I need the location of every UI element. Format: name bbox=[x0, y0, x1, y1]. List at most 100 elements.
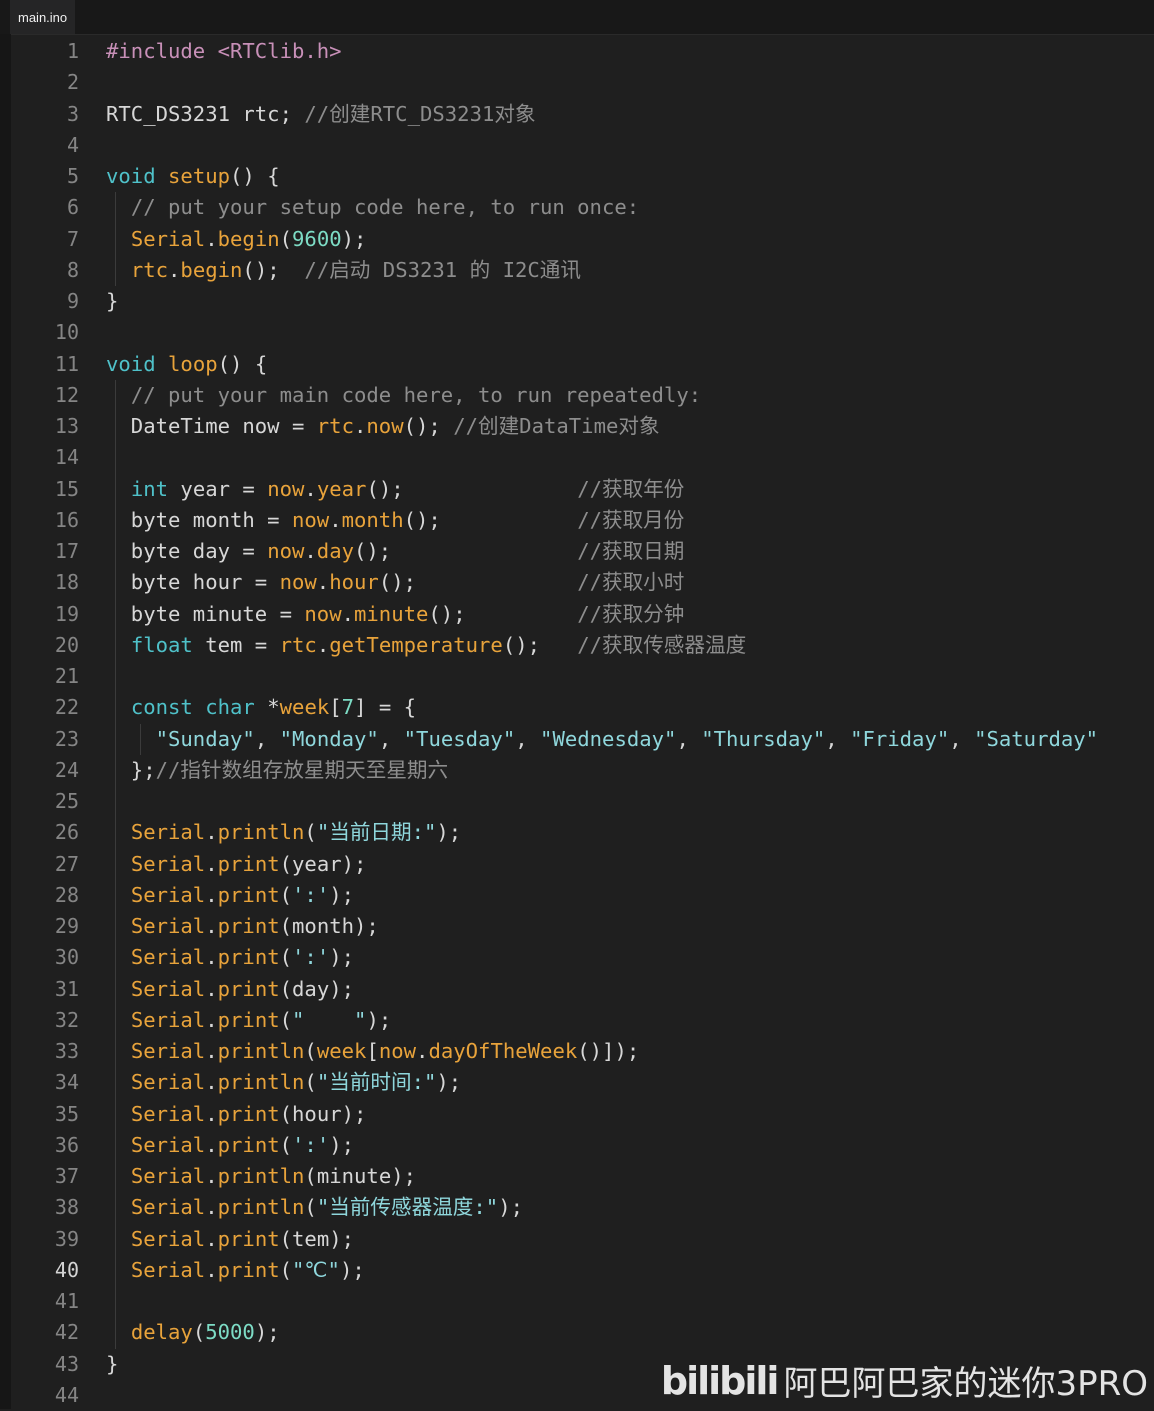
code-line[interactable]: 36 Serial.print(':'); bbox=[11, 1130, 1154, 1161]
code-line[interactable]: 25 bbox=[11, 786, 1154, 817]
line-number: 24 bbox=[54, 757, 79, 782]
line-number: 20 bbox=[54, 632, 79, 657]
code-line[interactable]: 30 Serial.print(':'); bbox=[11, 942, 1154, 973]
code-text[interactable]: byte day = now.day(); //获取日期 bbox=[106, 536, 685, 567]
code-line[interactable]: 10 bbox=[11, 317, 1154, 348]
code-line[interactable]: 14 bbox=[11, 442, 1154, 473]
code-line[interactable]: 19 byte minute = now.minute(); //获取分钟 bbox=[11, 599, 1154, 630]
code-line[interactable]: 4 bbox=[11, 130, 1154, 161]
code-text[interactable]: Serial.println("当前时间:"); bbox=[106, 1067, 461, 1098]
code-line[interactable]: 23 "Sunday", "Monday", "Tuesday", "Wedne… bbox=[11, 724, 1154, 755]
code-text[interactable]: void setup() { bbox=[106, 161, 280, 192]
code-line[interactable]: 37 Serial.println(minute); bbox=[11, 1161, 1154, 1192]
code-text[interactable]: Serial.print(hour); bbox=[106, 1099, 367, 1130]
code-line[interactable]: 6 // put your setup code here, to run on… bbox=[11, 192, 1154, 223]
code-line[interactable]: 26 Serial.println("当前日期:"); bbox=[11, 817, 1154, 848]
code-line[interactable]: 11 void loop() { bbox=[11, 349, 1154, 380]
indent-guide bbox=[115, 192, 116, 286]
code-line[interactable]: 22 const char *week[7] = { bbox=[11, 692, 1154, 723]
code-text[interactable]: void loop() { bbox=[106, 349, 267, 380]
line-number: 5 bbox=[66, 164, 79, 188]
code-line[interactable]: 28 Serial.print(':'); bbox=[11, 880, 1154, 911]
code-line[interactable]: 8 rtc.begin(); //启动 DS3231 的 I2C通讯 bbox=[11, 255, 1154, 286]
code-line[interactable]: 3 RTC_DS3231 rtc; //创建RTC_DS3231对象 bbox=[11, 99, 1154, 130]
code-text[interactable]: Serial.print(':'); bbox=[106, 880, 354, 911]
code-text[interactable]: Serial.begin(9600); bbox=[106, 224, 367, 255]
code-text[interactable]: Serial.println("当前传感器温度:"); bbox=[106, 1192, 523, 1223]
code-text[interactable]: } bbox=[106, 1349, 118, 1380]
code-text[interactable]: Serial.print(':'); bbox=[106, 942, 354, 973]
code-text[interactable]: Serial.println(minute); bbox=[106, 1161, 416, 1192]
code-text[interactable]: float tem = rtc.getTemperature(); //获取传感… bbox=[106, 630, 746, 661]
code-line[interactable]: 13 DateTime now = rtc.now(); //创建DataTim… bbox=[11, 411, 1154, 442]
line-number: 40 bbox=[54, 1257, 79, 1282]
code-line[interactable]: 24 };//指针数组存放星期天至星期六 bbox=[11, 755, 1154, 786]
line-number: 11 bbox=[54, 351, 79, 376]
line-number: 14 bbox=[54, 445, 79, 470]
line-number: 8 bbox=[66, 257, 79, 282]
code-text[interactable]: DateTime now = rtc.now(); //创建DataTime对象 bbox=[106, 411, 660, 442]
tab-main-ino[interactable]: main.ino bbox=[10, 0, 76, 34]
code-text[interactable]: Serial.println("当前日期:"); bbox=[106, 817, 461, 848]
code-line[interactable]: 29 Serial.print(month); bbox=[11, 911, 1154, 942]
code-line[interactable]: 20 float tem = rtc.getTemperature(); //获… bbox=[11, 630, 1154, 661]
code-text[interactable]: byte hour = now.hour(); //获取小时 bbox=[106, 567, 685, 598]
code-text[interactable]: Serial.print(year); bbox=[106, 849, 367, 880]
code-line[interactable]: 38 Serial.println("当前传感器温度:"); bbox=[11, 1192, 1154, 1223]
code-line[interactable]: 32 Serial.print(" "); bbox=[11, 1005, 1154, 1036]
code-text[interactable]: delay(5000); bbox=[106, 1317, 280, 1348]
code-text[interactable]: };//指针数组存放星期天至星期六 bbox=[106, 755, 448, 786]
code-line[interactable]: 12 // put your main code here, to run re… bbox=[11, 380, 1154, 411]
code-line[interactable]: 33 Serial.println(week[now.dayOfTheWeek(… bbox=[11, 1036, 1154, 1067]
code-line[interactable]: 40 Serial.print("℃"); bbox=[11, 1255, 1154, 1286]
code-editor[interactable]: 1 #include <RTClib.h> 2 3 RTC_DS3231 rtc; //… bbox=[11, 34, 1154, 1409]
code-text[interactable]: const char *week[7] = { bbox=[106, 692, 416, 723]
line-number: 43 bbox=[54, 1351, 79, 1376]
line-number: 28 bbox=[54, 882, 79, 907]
code-line[interactable]: 9} bbox=[11, 286, 1154, 317]
line-number: 42 bbox=[54, 1320, 79, 1345]
line-number: 7 bbox=[66, 226, 79, 251]
code-line[interactable]: 5 void setup() { bbox=[11, 161, 1154, 192]
line-number: 25 bbox=[54, 789, 79, 813]
code-line[interactable]: 17 byte day = now.day(); //获取日期 bbox=[11, 536, 1154, 567]
code-text[interactable]: Serial.println(week[now.dayOfTheWeek()])… bbox=[106, 1036, 639, 1067]
watermark-text: 阿巴阿巴家的迷你3PRO bbox=[783, 1364, 1148, 1404]
code-line[interactable]: 31 Serial.print(day); bbox=[11, 974, 1154, 1005]
code-line[interactable]: 2 bbox=[11, 67, 1154, 98]
code-text[interactable]: RTC_DS3231 rtc; //创建RTC_DS3231对象 bbox=[106, 99, 536, 130]
code-line[interactable]: 16 byte month = now.month(); //获取月份 bbox=[11, 505, 1154, 536]
code-line[interactable]: 34 Serial.println("当前时间:"); bbox=[11, 1067, 1154, 1098]
code-text[interactable]: byte minute = now.minute(); //获取分钟 bbox=[106, 599, 685, 630]
code-text[interactable]: Serial.print(day); bbox=[106, 974, 354, 1005]
code-text[interactable]: // put your setup code here, to run once… bbox=[106, 192, 639, 223]
code-line[interactable]: 41 bbox=[11, 1286, 1154, 1317]
bilibili-logo: bilibili bbox=[660, 1358, 780, 1403]
code-text[interactable]: "Sunday", "Monday", "Tuesday", "Wednesda… bbox=[106, 724, 1098, 755]
code-line[interactable]: 15 int year = now.year(); //获取年份 bbox=[11, 474, 1154, 505]
code-text[interactable]: #include <RTClib.h> bbox=[106, 36, 342, 67]
code-text[interactable]: Serial.print(month); bbox=[106, 911, 379, 942]
code-line[interactable]: 35 Serial.print(hour); bbox=[11, 1099, 1154, 1130]
line-number: 32 bbox=[54, 1007, 79, 1032]
code-text[interactable]: Serial.print(tem); bbox=[106, 1224, 354, 1255]
code-line[interactable]: 39 Serial.print(tem); bbox=[11, 1224, 1154, 1255]
code-line[interactable]: 42 delay(5000); bbox=[11, 1317, 1154, 1348]
line-number: 29 bbox=[54, 914, 79, 938]
code-line[interactable]: 18 byte hour = now.hour(); //获取小时 bbox=[11, 567, 1154, 598]
code-text[interactable]: // put your main code here, to run repea… bbox=[106, 380, 701, 411]
code-line[interactable]: 27 Serial.print(year); bbox=[11, 849, 1154, 880]
code-text[interactable]: rtc.begin(); //启动 DS3231 的 I2C通讯 bbox=[106, 255, 581, 286]
code-text[interactable]: Serial.print("℃"); bbox=[106, 1255, 365, 1286]
code-line[interactable]: 1 #include <RTClib.h> bbox=[11, 36, 1154, 67]
code-text[interactable]: } bbox=[106, 286, 118, 317]
code-text[interactable]: byte month = now.month(); //获取月份 bbox=[106, 505, 685, 536]
code-text[interactable]: Serial.print(':'); bbox=[106, 1130, 354, 1161]
indent-guide bbox=[115, 379, 116, 1349]
code-text[interactable]: int year = now.year(); //获取年份 bbox=[106, 474, 685, 505]
line-number: 39 bbox=[54, 1226, 79, 1251]
code-line[interactable]: 7 Serial.begin(9600); bbox=[11, 224, 1154, 255]
line-number: 21 bbox=[54, 664, 79, 688]
code-line[interactable]: 21 bbox=[11, 661, 1154, 692]
code-text[interactable]: Serial.print(" "); bbox=[106, 1005, 391, 1036]
